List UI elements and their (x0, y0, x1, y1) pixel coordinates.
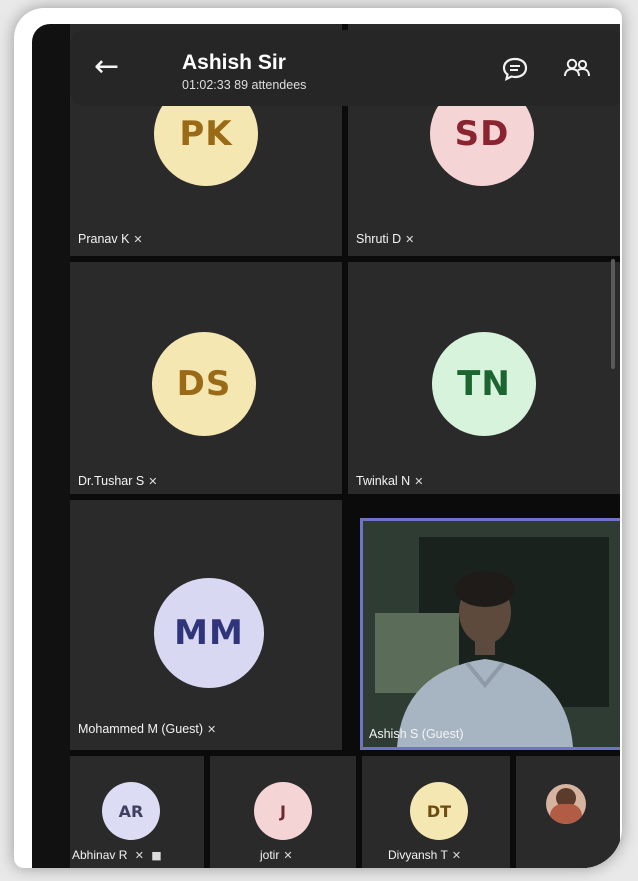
participant-name-label: Shruti D (356, 232, 402, 246)
meeting-header: ← Ashish Sir 01:02:33 89 attendees (70, 30, 620, 106)
avatar: DS (152, 332, 256, 436)
participant-mini-jotir[interactable]: J jotir ✕ (210, 756, 356, 868)
avatar-initials: AR (118, 801, 144, 821)
participant-name-label: Divyansh T (388, 848, 448, 862)
muted-mic-icon: ✕ (148, 475, 158, 488)
muted-mic-icon: ✕ (134, 849, 144, 862)
muted-mic-icon: ✕ (414, 475, 424, 488)
participant-name: Shruti D ✕ (356, 232, 414, 247)
meeting-status: 01:02:33 89 attendees (182, 78, 307, 92)
avatar: DT (410, 782, 468, 840)
muted-mic-icon: ✕ (283, 849, 293, 862)
participant-name-label: Dr.Tushar S (78, 474, 145, 488)
avatar: AR (102, 782, 160, 840)
participant-grid: PK Pranav K ✕ SD Shruti D ✕ DS Dr.Tushar S… (70, 24, 620, 868)
avatar-initials: MM (174, 613, 244, 653)
phone-frame: PK Pranav K ✕ SD Shruti D ✕ DS Dr.Tushar S… (14, 8, 622, 868)
participant-name: jotir ✕ (260, 848, 293, 863)
profile-photo (546, 784, 586, 824)
muted-mic-icon: ✕ (451, 849, 462, 862)
participant-tile-twinkal[interactable]: TN Twinkal N ✕ (348, 262, 620, 494)
back-button[interactable]: ← (94, 52, 128, 82)
participants-button[interactable] (560, 54, 594, 84)
avatar-initials: PK (179, 114, 233, 154)
participant-tile-tushar[interactable]: DS Dr.Tushar S ✕ (70, 262, 342, 494)
avatar: TN (432, 332, 536, 436)
participant-name-label: Ashish S (Guest) (369, 727, 464, 741)
chat-icon (502, 57, 528, 82)
scrollbar[interactable] (611, 259, 615, 369)
people-icon (564, 58, 590, 77)
avatar-initials: SD (454, 114, 510, 154)
avatar-initials: J (280, 801, 286, 821)
participant-name-label: Pranav K (78, 232, 130, 246)
muted-mic-icon: ✕ (207, 723, 217, 736)
participant-mini-abhinav[interactable]: AR Abhinav R ✕ ■ (70, 756, 204, 868)
avatar: MM (154, 578, 264, 688)
active-speaker-video[interactable]: Ashish S (Guest) (360, 518, 620, 750)
avatar: J (254, 782, 312, 840)
avatar-initials: TN (457, 364, 511, 404)
participant-name: Abhinav R ✕ ■ (72, 848, 162, 863)
meeting-screen: PK Pranav K ✕ SD Shruti D ✕ DS Dr.Tushar S… (32, 24, 620, 868)
avatar-initials: DS (176, 364, 232, 404)
participant-name: Divyansh T ✕ (388, 848, 461, 863)
participant-name: Pranav K ✕ (78, 232, 143, 247)
raised-hand-icon: ■ (151, 849, 162, 862)
participant-name: Dr.Tushar S ✕ (78, 474, 157, 489)
muted-mic-icon: ✕ (133, 233, 143, 246)
meeting-title: Ashish Sir (182, 51, 286, 74)
participant-tile-mohammed[interactable]: MM Mohammed M (Guest) ✕ (70, 500, 342, 750)
muted-mic-icon: ✕ (405, 233, 415, 246)
avatar-initials: DT (426, 801, 452, 821)
participant-name-label: Twinkal N (356, 474, 411, 488)
participant-mini-photo[interactable] (516, 756, 620, 868)
participant-name-label: Abhinav R (72, 848, 128, 862)
participant-mini-divyansh[interactable]: DT Divyansh T ✕ (362, 756, 510, 868)
participant-name: Ashish S (Guest) (369, 727, 463, 741)
chat-button[interactable] (498, 54, 532, 84)
participant-name-label: jotir (260, 848, 280, 862)
video-feed (363, 521, 620, 747)
participant-name: Twinkal N ✕ (356, 474, 423, 489)
participant-name: Mohammed M (Guest) ✕ (78, 722, 216, 737)
participant-name-label: Mohammed M (Guest) (78, 722, 204, 736)
